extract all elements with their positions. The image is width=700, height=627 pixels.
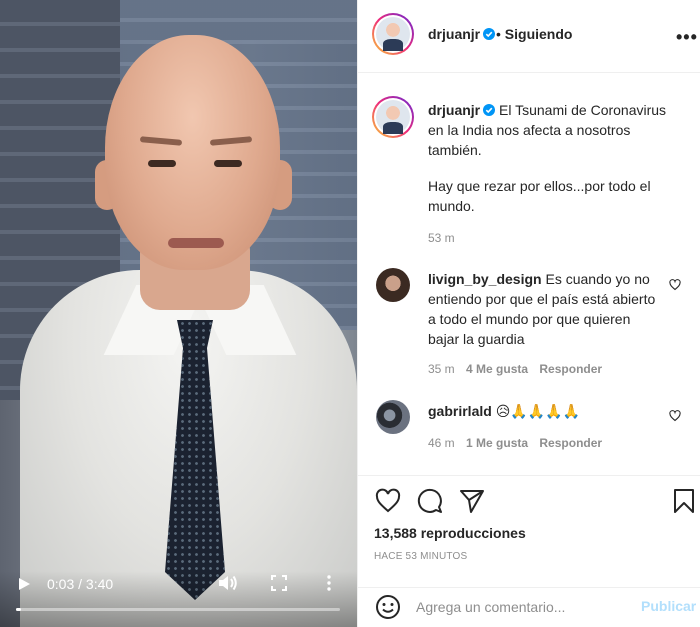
comment-meta: 46 m 1 Me gusta Responder: [428, 436, 602, 450]
post-header: drjuanjr • Siguiendo •••: [358, 0, 700, 73]
post-timestamp[interactable]: HACE 53 MINUTOS: [374, 551, 467, 562]
like-heart-icon[interactable]: [375, 488, 401, 514]
post-actions: 13,588 reproducciones HACE 53 MINUTOS: [358, 475, 700, 587]
follow-status[interactable]: • Siguiendo: [496, 26, 572, 42]
volume-icon[interactable]: [218, 574, 238, 592]
verified-badge-icon: [483, 104, 496, 116]
comment-time[interactable]: 35 m: [428, 362, 455, 376]
video-person-head: [105, 35, 280, 270]
post-panel: drjuanjr • Siguiendo ••• drjuanjr El Tsu…: [357, 0, 700, 627]
comment-likes[interactable]: 1 Me gusta: [466, 436, 528, 450]
share-send-icon[interactable]: [459, 488, 485, 514]
comment-text: livign_by_design Es cuando yo no entiend…: [428, 269, 658, 349]
play-icon[interactable]: [17, 577, 31, 591]
video-time: 0:03 / 3:40: [47, 576, 114, 592]
comment-avatar[interactable]: [376, 400, 410, 434]
more-vertical-icon[interactable]: [326, 575, 332, 591]
caption-text: drjuanjr El Tsunami de Coronavirus en la…: [428, 100, 683, 160]
fullscreen-icon[interactable]: [271, 575, 287, 591]
comment-input[interactable]: [416, 596, 626, 618]
video-eye-left: [148, 160, 176, 167]
comment-reply-button[interactable]: Responder: [539, 362, 602, 376]
comment-avatar[interactable]: [376, 268, 410, 302]
caption-avatar[interactable]: [372, 96, 414, 138]
save-bookmark-icon[interactable]: [671, 488, 697, 514]
emoji-icon[interactable]: [375, 594, 401, 620]
comment-username[interactable]: livign_by_design: [428, 271, 542, 287]
verified-badge-icon: [483, 28, 496, 40]
add-comment-bar: Publicar: [358, 587, 700, 627]
views-count[interactable]: 13,588 reproducciones: [374, 525, 526, 541]
comment-body: 😥🙏🙏🙏🙏: [495, 403, 581, 419]
caption-line2: Hay que rezar por ellos...por todo el mu…: [428, 178, 651, 214]
video-eye-right: [214, 160, 242, 167]
video-player[interactable]: 0:03 / 3:40: [0, 0, 357, 627]
caption-time[interactable]: 53 m: [428, 231, 455, 245]
publish-button[interactable]: Publicar: [641, 598, 696, 614]
header-avatar[interactable]: [372, 13, 414, 55]
comment-text: gabrirlald 😥🙏🙏🙏🙏: [428, 401, 658, 421]
comment-reply-button[interactable]: Responder: [539, 436, 602, 450]
comment-meta: 35 m 4 Me gusta Responder: [428, 362, 602, 376]
comment-bubble-icon[interactable]: [417, 488, 443, 514]
like-comment-heart-icon[interactable]: [669, 410, 681, 422]
video-progress-fill: [16, 608, 21, 611]
like-comment-heart-icon[interactable]: [669, 279, 681, 291]
more-options-button[interactable]: •••: [676, 27, 698, 48]
comment-time[interactable]: 46 m: [428, 436, 455, 450]
video-progress-bar[interactable]: [16, 608, 340, 611]
caption-username[interactable]: drjuanjr: [428, 102, 496, 118]
comment-likes[interactable]: 4 Me gusta: [466, 362, 528, 376]
header-username[interactable]: drjuanjr: [428, 26, 496, 42]
comment-username[interactable]: gabrirlald: [428, 403, 492, 419]
video-mouth: [168, 238, 224, 248]
